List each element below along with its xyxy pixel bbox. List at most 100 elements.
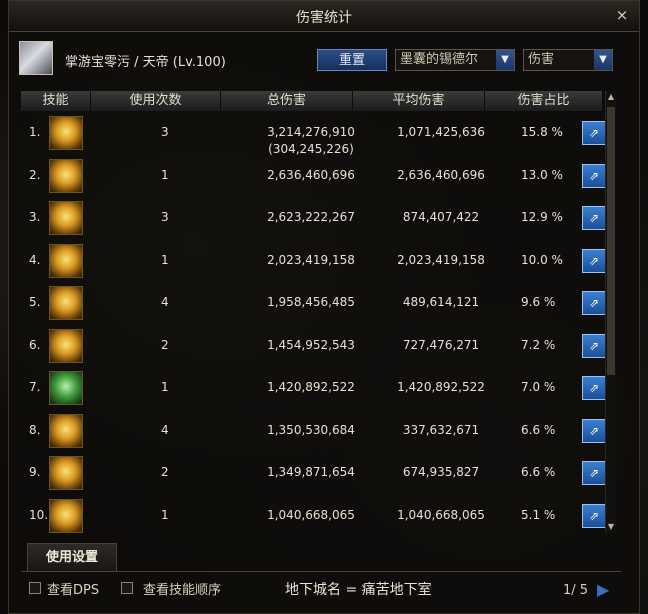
character-name: 掌游宝零污 / 天帝 (Lv.100)	[65, 55, 226, 70]
export-icon[interactable]: ⇗	[582, 206, 606, 230]
total-damage: 2,023,419,158	[267, 253, 355, 267]
avg-damage: 1,040,668,065	[397, 508, 485, 522]
table-row: 4. 1 2,023,419,158 2,023,419,158 10.0 % …	[21, 241, 613, 281]
header-total: 总伤害	[221, 91, 353, 111]
skill-icon	[49, 244, 83, 278]
damage-percent: 15.8 %	[521, 125, 563, 139]
window-title: 伤害统计	[296, 10, 352, 26]
export-icon[interactable]: ⇗	[582, 419, 606, 443]
skill-icon	[49, 201, 83, 235]
export-icon[interactable]: ⇗	[582, 334, 606, 358]
table-row: 7. 1 1,420,892,522 1,420,892,522 7.0 % ⇗	[21, 368, 613, 408]
page-indicator: 1/ 5	[563, 583, 589, 598]
export-icon[interactable]: ⇗	[582, 249, 606, 273]
damage-percent: 7.2 %	[521, 338, 556, 352]
export-icon[interactable]: ⇗	[582, 291, 606, 315]
use-count: 1	[161, 168, 169, 182]
tab-divider	[21, 571, 621, 572]
export-icon[interactable]: ⇗	[582, 504, 606, 528]
show-dps-checkbox[interactable]	[29, 582, 41, 594]
table-row: 10. 1 1,040,668,065 1,040,668,065 5.1 % …	[21, 496, 613, 536]
scroll-up-icon[interactable]: ▲	[606, 91, 616, 103]
total-damage: 1,420,892,522	[267, 380, 355, 394]
avg-damage: 489,614,121	[402, 295, 480, 309]
skill-icon	[49, 414, 83, 448]
row-index: 6.	[29, 338, 41, 352]
scrollbar-thumb[interactable]	[607, 107, 615, 375]
damage-percent: 9.6 %	[521, 295, 556, 309]
type-dropdown-value: 伤害	[528, 52, 555, 67]
row-index: 3.	[29, 210, 41, 224]
avg-damage: 337,632,671	[402, 423, 480, 437]
row-index: 8.	[29, 423, 41, 437]
row-index: 5.	[29, 295, 41, 309]
use-count: 2	[161, 465, 169, 479]
show-dps-label: 查看DPS	[47, 583, 100, 598]
table-row: 3. 3 2,623,222,267 874,407,422 12.9 % ⇗	[21, 198, 613, 238]
avg-damage: 727,476,271	[402, 338, 480, 352]
row-index: 7.	[29, 380, 41, 394]
total-damage-extra: (304,245,226)	[268, 142, 354, 156]
avatar	[19, 41, 53, 75]
chevron-down-icon: ▼	[594, 50, 612, 70]
damage-stats-window: 伤害统计 × 掌游宝零污 / 天帝 (Lv.100) 重置 墨囊的锡德尔 ▼ 伤…	[8, 0, 640, 614]
avg-damage: 874,407,422	[402, 210, 480, 224]
skill-icon	[49, 329, 83, 363]
table-row: 8. 4 1,350,530,684 337,632,671 6.6 % ⇗	[21, 411, 613, 451]
type-dropdown[interactable]: 伤害 ▼	[523, 49, 613, 71]
skill-icon	[49, 159, 83, 193]
total-damage: 2,623,222,267	[267, 210, 355, 224]
total-damage: 1,040,668,065	[267, 508, 355, 522]
row-index: 10.	[29, 508, 49, 522]
export-icon[interactable]: ⇗	[582, 121, 606, 145]
table-header: 技能 使用次数 总伤害 平均伤害 伤害占比	[21, 91, 613, 111]
row-index: 9.	[29, 465, 41, 479]
use-count: 1	[161, 508, 169, 522]
total-damage: 1,350,530,684	[267, 423, 355, 437]
damage-percent: 10.0 %	[521, 253, 563, 267]
avg-damage: 2,636,460,696	[397, 168, 485, 182]
row-index: 2.	[29, 168, 41, 182]
use-count: 4	[161, 295, 169, 309]
chevron-down-icon: ▼	[496, 50, 514, 70]
damage-percent: 6.6 %	[521, 423, 556, 437]
header-pct: 伤害占比	[485, 91, 603, 111]
table-row: 2. 1 2,636,460,696 2,636,460,696 13.0 % …	[21, 156, 613, 196]
title-bar: 伤害统计 ×	[9, 1, 639, 32]
avg-damage: 674,935,827	[402, 465, 480, 479]
damage-percent: 6.6 %	[521, 465, 556, 479]
scroll-down-icon[interactable]: ▼	[606, 521, 616, 533]
table-row: 6. 2 1,454,952,543 727,476,271 7.2 % ⇗	[21, 326, 613, 366]
target-dropdown[interactable]: 墨囊的锡德尔 ▼	[395, 49, 515, 71]
dungeon-name: 地下城名 = 痛苦地下室	[285, 582, 432, 598]
use-count: 2	[161, 338, 169, 352]
reset-button[interactable]: 重置	[317, 49, 387, 71]
total-damage: 1,454,952,543	[267, 338, 355, 352]
next-page-icon[interactable]: ▶	[597, 581, 615, 599]
tab-usage-settings[interactable]: 使用设置	[27, 543, 117, 571]
export-icon[interactable]: ⇗	[582, 461, 606, 485]
target-dropdown-value: 墨囊的锡德尔	[400, 52, 479, 67]
export-icon[interactable]: ⇗	[582, 164, 606, 188]
use-count: 1	[161, 380, 169, 394]
damage-percent: 5.1 %	[521, 508, 556, 522]
export-icon[interactable]: ⇗	[582, 376, 606, 400]
header-skill: 技能	[21, 91, 91, 111]
table-row: 1. 3 3,214,276,910 (304,245,226) 1,071,4…	[21, 113, 613, 156]
table-row: 9. 2 1,349,871,654 674,935,827 6.6 % ⇗	[21, 453, 613, 493]
avg-damage: 1,071,425,636	[397, 125, 485, 139]
use-count: 3	[161, 210, 169, 224]
damage-percent: 12.9 %	[521, 210, 563, 224]
header-avg: 平均伤害	[353, 91, 485, 111]
total-damage: 1,958,456,485	[267, 295, 355, 309]
total-damage: 2,636,460,696	[267, 168, 355, 182]
table-row: 5. 4 1,958,456,485 489,614,121 9.6 % ⇗	[21, 283, 613, 323]
skill-icon	[49, 286, 83, 320]
use-count: 1	[161, 253, 169, 267]
close-icon[interactable]: ×	[613, 6, 631, 24]
avg-damage: 1,420,892,522	[397, 380, 485, 394]
scrollbar[interactable]: ▲ ▼	[605, 91, 616, 533]
header-count: 使用次数	[91, 91, 221, 111]
show-skill-order-label: 查看技能顺序	[143, 583, 222, 598]
show-skill-order-checkbox[interactable]	[121, 582, 133, 594]
